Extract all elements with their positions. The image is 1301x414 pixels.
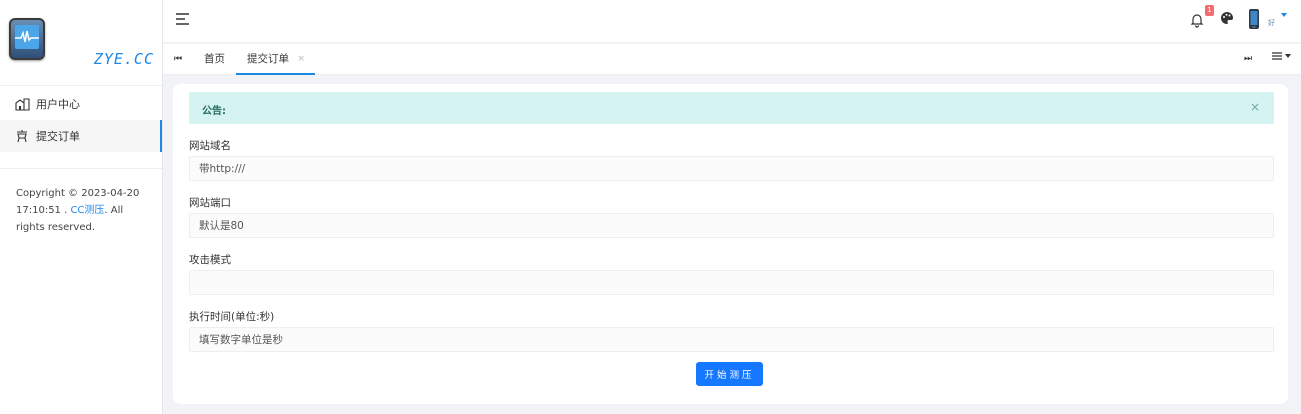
logo-area: ZYE.CC <box>0 0 162 86</box>
start-test-button[interactable]: 开始测压 <box>696 362 763 386</box>
order-icon <box>14 128 30 144</box>
palette-icon[interactable] <box>1220 11 1236 27</box>
menu-toggle-icon[interactable] <box>175 12 191 28</box>
sidebar: ZYE.CC 用户中心 提交订单 Copyright © 2023-04-20 … <box>0 0 163 414</box>
close-icon[interactable]: × <box>1250 100 1260 114</box>
notice-alert: 公告: × <box>189 92 1274 124</box>
sidebar-item-user-center[interactable]: 用户中心 <box>0 88 162 120</box>
mode-input[interactable] <box>189 270 1274 295</box>
skip-back-icon[interactable]: ⏮ <box>171 52 185 66</box>
tabs-menu-icon[interactable] <box>1271 51 1291 61</box>
sidebar-nav: 用户中心 提交订单 <box>0 86 162 152</box>
notification-badge: 1 <box>1205 5 1214 16</box>
header-actions: 1 好 <box>1190 5 1287 30</box>
logo-text: ZYE.CC <box>93 50 154 68</box>
copyright-link[interactable]: CC测压 <box>70 205 104 216</box>
domain-input[interactable] <box>189 156 1274 181</box>
mode-label: 攻击模式 <box>189 254 231 266</box>
notice-label: 公告: <box>202 106 226 117</box>
tab-label: 提交订单 <box>247 53 289 65</box>
duration-input[interactable] <box>189 327 1274 352</box>
order-form-card: 公告: × 网站域名 网站端口 攻击模式 执行时间(单位:秒) 开始测压 <box>173 84 1288 404</box>
copyright: Copyright © 2023-04-20 17:10:51 . CC测压. … <box>0 169 162 252</box>
caret-down-icon[interactable] <box>1281 13 1287 17</box>
bell-icon[interactable]: 1 <box>1190 5 1214 29</box>
domain-label: 网站域名 <box>189 140 231 152</box>
skip-forward-icon[interactable]: ⏭ <box>1241 52 1255 66</box>
tabs-bar: ⏮ 首页 提交订单 × ⏭ <box>163 44 1301 75</box>
avatar[interactable] <box>1248 8 1262 30</box>
port-input[interactable] <box>189 213 1274 238</box>
user-name[interactable]: 好 <box>1268 18 1275 28</box>
tab-home[interactable]: 首页 <box>193 44 236 75</box>
port-label: 网站端口 <box>189 197 231 209</box>
logo-icon[interactable] <box>9 18 45 60</box>
top-header: 1 好 <box>163 0 1301 43</box>
duration-label: 执行时间(单位:秒) <box>189 311 275 323</box>
sidebar-item-label: 提交订单 <box>36 130 80 143</box>
home-icon <box>14 96 30 112</box>
close-icon[interactable]: × <box>297 44 305 75</box>
sidebar-item-submit-order[interactable]: 提交订单 <box>0 120 162 152</box>
tab-submit-order[interactable]: 提交订单 × <box>236 44 315 75</box>
sidebar-item-label: 用户中心 <box>36 98 80 111</box>
tab-label: 首页 <box>204 53 225 65</box>
tabs: 首页 提交订单 × <box>193 44 315 75</box>
